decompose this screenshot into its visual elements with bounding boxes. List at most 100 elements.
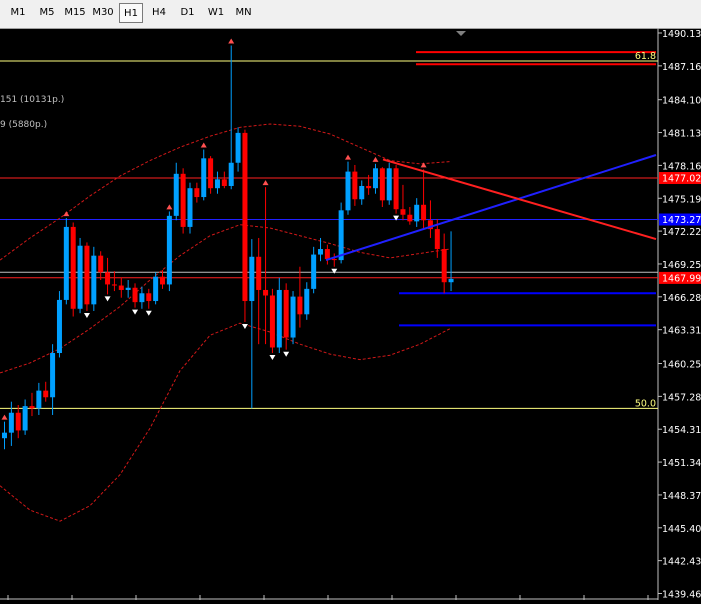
price-axis-label: 1469.250 xyxy=(662,260,701,271)
candle-body xyxy=(194,188,200,198)
candle-body xyxy=(15,412,21,431)
price-axis-label: 1490.130 xyxy=(662,29,701,40)
timeframe-button-m15[interactable]: M15 xyxy=(61,3,89,23)
indicator-label-1: 151 (10131p.) xyxy=(0,95,64,105)
candle-body xyxy=(173,173,179,216)
candle-body xyxy=(160,276,166,285)
candle-body xyxy=(153,276,159,302)
fib-label-61-8: 61.8 xyxy=(635,51,656,62)
candle-body xyxy=(297,296,303,315)
price-axis-label: 1466.280 xyxy=(662,293,701,304)
fractal-down-marker xyxy=(104,296,111,302)
candle-body xyxy=(269,295,275,348)
price-axis-label: 1442.430 xyxy=(662,557,701,568)
candle-body xyxy=(434,229,440,250)
candle-body xyxy=(63,226,69,300)
fractal-up-marker xyxy=(166,204,173,210)
candle-body xyxy=(256,256,262,290)
candle-body xyxy=(228,162,234,186)
price-axis-label: 1463.310 xyxy=(662,326,701,337)
price-axis-label: 1472.220 xyxy=(662,227,701,238)
candle-body xyxy=(290,296,296,338)
candle-body xyxy=(208,158,214,189)
price-axis-label: 1460.250 xyxy=(662,360,701,371)
candle-body xyxy=(441,249,447,283)
candle-body xyxy=(50,353,56,398)
timeframe-button-d1[interactable]: D1 xyxy=(174,3,201,23)
candle-body xyxy=(77,245,83,309)
fractal-up-marker xyxy=(420,162,427,168)
price-tag-label: 1467.994 xyxy=(662,273,701,284)
candle-body xyxy=(448,278,454,283)
candle-body xyxy=(111,284,117,286)
candle-body xyxy=(221,179,227,186)
candle-body xyxy=(180,173,186,227)
chart-shift-marker xyxy=(456,31,466,36)
candle-body xyxy=(400,209,406,215)
price-axis-label: 1439.460 xyxy=(662,590,701,601)
price-axis-label: 1448.370 xyxy=(662,491,701,502)
price-axis-label: 1487.160 xyxy=(662,62,701,73)
fractal-up-marker xyxy=(345,154,351,160)
candle-body xyxy=(139,293,145,303)
price-chart[interactable]: 1490.130 1487.160 1484.100 1481.130 1478.160… xyxy=(0,28,701,601)
fractal-up-marker xyxy=(1,414,8,420)
timeframe-button-h4[interactable]: H4 xyxy=(146,3,172,23)
price-axis-label: 1481.130 xyxy=(662,129,701,140)
candle-body xyxy=(283,289,289,338)
fractal-up-marker xyxy=(262,180,269,186)
timeframe-button-m5[interactable]: M5 xyxy=(34,3,60,23)
price-axis-label: 1451.340 xyxy=(662,458,701,469)
chart-svg[interactable]: 1490.130 1487.160 1484.100 1481.130 1478.160… xyxy=(0,28,701,601)
candle-body xyxy=(393,168,399,210)
fractal-down-marker xyxy=(269,355,276,361)
candle-body xyxy=(125,287,131,290)
candle-body xyxy=(249,256,255,302)
candle-body xyxy=(338,210,344,261)
candle-body xyxy=(43,390,49,398)
timeframe-button-m1[interactable]: M1 xyxy=(5,3,31,23)
candle-body xyxy=(421,204,427,221)
candle-body xyxy=(166,215,172,285)
band-lower xyxy=(0,322,451,522)
candle-body xyxy=(2,432,7,439)
timeframe-button-mn[interactable]: MN xyxy=(231,3,256,23)
candle-body xyxy=(201,158,207,198)
price-axis-label: 1484.100 xyxy=(662,96,701,107)
candle-body xyxy=(132,287,138,303)
price-axis-label: 1445.400 xyxy=(662,524,701,535)
candle-body xyxy=(386,168,392,201)
candle-body xyxy=(379,168,385,201)
candle-body xyxy=(372,168,378,189)
price-axis-label: 1457.280 xyxy=(662,392,701,403)
price-tag-label: 1477.020 xyxy=(662,174,701,185)
fractal-up-marker xyxy=(200,142,207,148)
fractal-up-marker xyxy=(372,156,379,162)
candle-body xyxy=(105,272,111,285)
fractal-up-marker xyxy=(63,211,70,217)
candle-body xyxy=(352,171,358,200)
fib-label-50-0: 50.0 xyxy=(635,398,656,409)
candle-body xyxy=(187,188,193,227)
candle-body xyxy=(359,185,365,200)
timeframe-button-w1[interactable]: W1 xyxy=(203,3,229,23)
candle-body xyxy=(366,185,372,189)
timeframe-button-h1[interactable]: H1 xyxy=(119,3,143,23)
candle-body xyxy=(345,171,351,211)
timeframe-button-m30[interactable]: M30 xyxy=(89,3,117,23)
candle-body xyxy=(311,254,317,289)
fractal-up-marker xyxy=(228,38,235,44)
candle-body xyxy=(331,258,337,261)
price-axis-label: 1454.310 xyxy=(662,425,701,436)
candle-body xyxy=(22,406,28,431)
candle-body xyxy=(304,288,310,315)
price-tag-label: 1473.270 xyxy=(662,215,701,226)
candle-body xyxy=(70,226,76,309)
timeframe-toolbar: M1 M5 M15 M30 H1 H4 D1 W1 MN xyxy=(0,0,701,29)
fractal-down-marker xyxy=(283,351,290,357)
candle-body xyxy=(276,289,282,348)
fractal-down-marker xyxy=(132,309,139,315)
candle-body xyxy=(414,204,420,222)
candle-body xyxy=(407,214,413,222)
indicator-label-2: 9 (5880p.) xyxy=(0,120,47,130)
